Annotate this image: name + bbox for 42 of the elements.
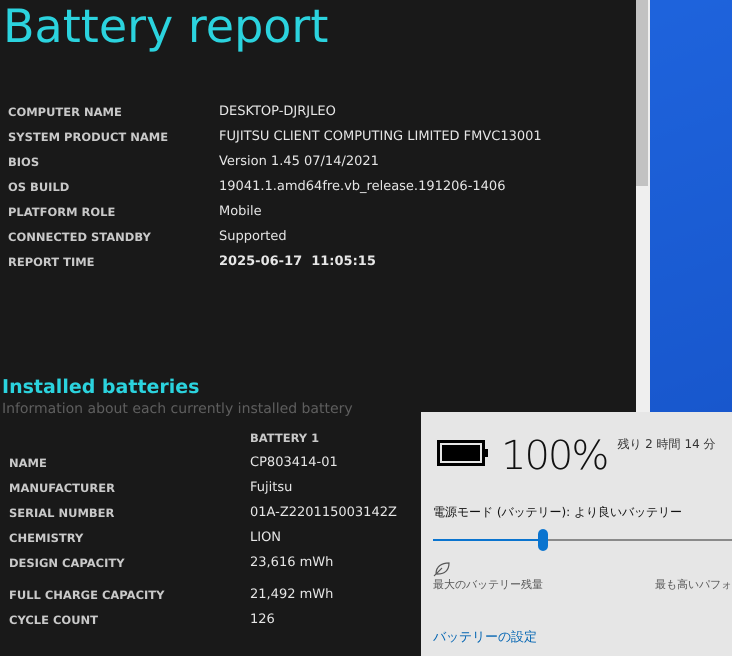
- field-label: CONNECTED STANDBY: [7, 230, 152, 244]
- field-label: MANUFACTURER: [8, 480, 116, 494]
- field-label: SYSTEM PRODUCT NAME: [7, 130, 170, 144]
- battery-icon: [437, 440, 489, 466]
- section-title: Installed batteries: [2, 375, 200, 399]
- field-label: DESIGN CAPACITY: [8, 556, 126, 570]
- field-label: COMPUTER NAME: [7, 104, 123, 118]
- battery-percent: 100%: [501, 432, 608, 481]
- field-value: 21,492 mWh: [250, 587, 334, 602]
- field-value: CP803414-01: [250, 455, 338, 470]
- field-label: FULL CHARGE CAPACITY: [8, 588, 166, 602]
- slider-thumb[interactable]: [538, 529, 548, 551]
- column-header: BATTERY 1: [250, 430, 320, 444]
- field-value: 19041.1.amd64fre.vb_release.191206-1406: [219, 179, 506, 194]
- field-value: FUJITSU CLIENT COMPUTING LIMITED FMVC13001: [219, 129, 542, 144]
- field-label: REPORT TIME: [7, 254, 96, 268]
- slider-max-label: 最も高いパフォ: [655, 577, 732, 592]
- field-value: Supported: [219, 229, 287, 244]
- field-label: SERIAL NUMBER: [8, 506, 116, 520]
- field-label: CHEMISTRY: [8, 530, 84, 544]
- scrollbar-thumb[interactable]: [636, 0, 648, 186]
- time-remaining: 残り 2 時間 14 分: [617, 436, 716, 453]
- field-value: Version 1.45 07/14/2021: [219, 154, 379, 169]
- field-value: 23,616 mWh: [250, 555, 334, 570]
- leaf-icon: [433, 561, 451, 577]
- report-title: Battery report: [3, 0, 330, 55]
- field-label: OS BUILD: [7, 180, 70, 194]
- field-value: 01A-Z220115003142Z: [250, 505, 397, 520]
- field-label: PLATFORM ROLE: [7, 204, 116, 218]
- field-label: BIOS: [7, 154, 40, 168]
- field-value: Mobile: [219, 204, 262, 219]
- field-label: NAME: [8, 456, 48, 470]
- field-label: CYCLE COUNT: [8, 612, 100, 626]
- slider-min-label: 最大のバッテリー残量: [433, 577, 543, 592]
- field-value: Fujitsu: [250, 480, 292, 495]
- section-subtitle: Information about each currently installed battery: [2, 400, 354, 419]
- field-value: DESKTOP-DJRJLEO: [219, 104, 336, 119]
- battery-settings-link[interactable]: バッテリーの設定: [433, 630, 537, 646]
- field-value: LION: [250, 530, 282, 545]
- field-value: 126: [250, 612, 275, 627]
- field-value: 2025-06-17 11:05:15: [219, 254, 376, 269]
- power-mode-label: 電源モード (バッテリー): より良いバッテリー: [433, 504, 684, 521]
